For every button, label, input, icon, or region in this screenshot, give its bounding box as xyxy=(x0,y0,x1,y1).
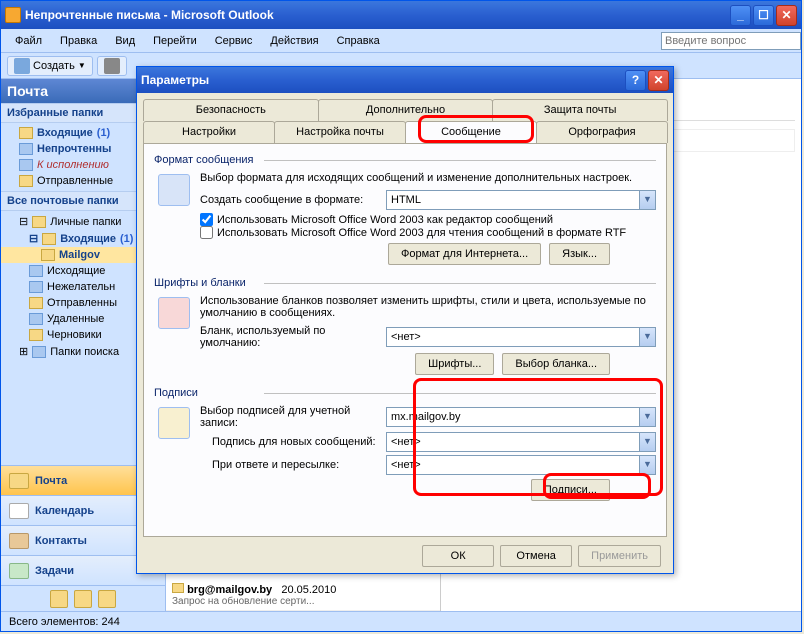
sig-account-combo[interactable]: mx.mailgov.by▼ xyxy=(386,407,656,427)
nav-shortcut-2[interactable] xyxy=(74,590,92,608)
tab-mailprotect[interactable]: Защита почты xyxy=(492,99,668,121)
tab-security[interactable]: Безопасность xyxy=(143,99,319,121)
nav-shortcut-3[interactable] xyxy=(98,590,116,608)
mail-icon xyxy=(9,473,29,489)
stationery-button[interactable]: Выбор бланка... xyxy=(502,353,610,375)
sig-account-label: Выбор подписей для учетной записи: xyxy=(200,405,380,429)
group-format-title: Формат сообщения xyxy=(154,154,656,166)
folder-icon xyxy=(19,143,33,155)
menu-edit[interactable]: Правка xyxy=(52,33,105,49)
menu-actions[interactable]: Действия xyxy=(262,33,326,49)
apply-button: Применить xyxy=(578,545,661,567)
sig-new-label: Подпись для новых сообщений: xyxy=(200,436,380,448)
tab-additional[interactable]: Дополнительно xyxy=(318,99,494,121)
compose-label: Создать сообщение в формате: xyxy=(200,194,380,206)
dialog-titlebar[interactable]: Параметры ? ✕ xyxy=(137,67,673,93)
calendar-icon xyxy=(9,503,29,519)
format-icon xyxy=(158,174,190,206)
dialog-title: Параметры xyxy=(141,73,625,87)
folder-icon xyxy=(29,297,43,309)
contacts-icon xyxy=(9,533,29,549)
folder-icon xyxy=(29,313,43,325)
folder-icon xyxy=(19,175,33,187)
maximize-button[interactable]: ☐ xyxy=(753,5,774,26)
internet-format-button[interactable]: Формат для Интернета... xyxy=(388,243,541,265)
status-bar: Всего элементов: 244 xyxy=(1,611,801,631)
menu-help[interactable]: Справка xyxy=(329,33,388,49)
menu-go[interactable]: Перейти xyxy=(145,33,205,49)
message-row[interactable]: brg@mailgov.by 20.05.2010 Запрос на обно… xyxy=(166,580,440,611)
fonts-button[interactable]: Шрифты... xyxy=(415,353,494,375)
fonts-desc: Использование бланков позволяет изменить… xyxy=(200,295,656,319)
ok-button[interactable]: ОК xyxy=(422,545,494,567)
folder-icon xyxy=(41,249,55,261)
new-mail-icon xyxy=(14,58,30,74)
minimize-button[interactable]: _ xyxy=(730,5,751,26)
folder-icon xyxy=(19,159,33,171)
format-desc: Выбор формата для исходящих сообщений и … xyxy=(200,172,656,184)
app-icon xyxy=(5,7,21,23)
print-button[interactable] xyxy=(97,56,127,76)
tab-settings[interactable]: Настройки xyxy=(143,121,275,143)
help-search-input[interactable] xyxy=(661,32,801,50)
group-sig-title: Подписи xyxy=(154,387,656,399)
group-fonts-title: Шрифты и бланки xyxy=(154,277,656,289)
chevron-down-icon: ▼ xyxy=(639,191,655,209)
folder-icon xyxy=(42,233,56,245)
signatures-button[interactable]: Подписи... xyxy=(531,479,610,501)
folder-icon xyxy=(29,329,43,341)
tab-spelling[interactable]: Орфография xyxy=(536,121,668,143)
nav-shortcut-1[interactable] xyxy=(50,590,68,608)
print-icon xyxy=(104,58,120,74)
dialog-close-button[interactable]: ✕ xyxy=(648,70,669,91)
folder-icon xyxy=(32,346,46,358)
sig-reply-label: При ответе и пересылке: xyxy=(200,459,380,471)
chevron-down-icon: ▼ xyxy=(639,328,655,346)
window-title: Непрочтенные письма - Microsoft Outlook xyxy=(25,8,730,22)
signature-icon xyxy=(158,407,190,439)
default-stationery-combo[interactable]: <нет>▼ xyxy=(386,327,656,347)
word-reader-checkbox[interactable]: Использовать Microsoft Office Word 2003 … xyxy=(200,226,656,239)
dialog-help-button[interactable]: ? xyxy=(625,70,646,91)
menu-view[interactable]: Вид xyxy=(107,33,143,49)
create-button[interactable]: Создать▼ xyxy=(7,56,93,76)
folder-icon xyxy=(29,281,43,293)
compose-format-combo[interactable]: HTML▼ xyxy=(386,190,656,210)
word-editor-checkbox[interactable]: Использовать Microsoft Office Word 2003 … xyxy=(200,213,656,226)
close-button[interactable]: ✕ xyxy=(776,5,797,26)
sig-reply-combo[interactable]: <нет>▼ xyxy=(386,455,656,475)
tab-mailsetup[interactable]: Настройка почты xyxy=(274,121,406,143)
tab-message[interactable]: Сообщение xyxy=(405,121,537,143)
default-stationery-label: Бланк, используемый по умолчанию: xyxy=(200,325,380,349)
cancel-button[interactable]: Отмена xyxy=(500,545,572,567)
mail-icon xyxy=(172,583,184,593)
language-button[interactable]: Язык... xyxy=(549,243,610,265)
fonts-icon xyxy=(158,297,190,329)
folder-icon xyxy=(32,216,46,228)
options-dialog: Параметры ? ✕ Безопасность Дополнительно… xyxy=(136,66,674,574)
folder-icon xyxy=(19,127,33,139)
tasks-icon xyxy=(9,563,29,579)
menu-tools[interactable]: Сервис xyxy=(207,33,261,49)
menubar: Файл Правка Вид Перейти Сервис Действия … xyxy=(1,29,801,53)
folder-icon xyxy=(29,265,43,277)
chevron-down-icon: ▼ xyxy=(639,408,655,426)
sig-new-combo[interactable]: <нет>▼ xyxy=(386,432,656,452)
chevron-down-icon: ▼ xyxy=(639,433,655,451)
menu-file[interactable]: Файл xyxy=(7,33,50,49)
chevron-down-icon: ▼ xyxy=(639,456,655,474)
main-titlebar[interactable]: Непрочтенные письма - Microsoft Outlook … xyxy=(1,1,801,29)
